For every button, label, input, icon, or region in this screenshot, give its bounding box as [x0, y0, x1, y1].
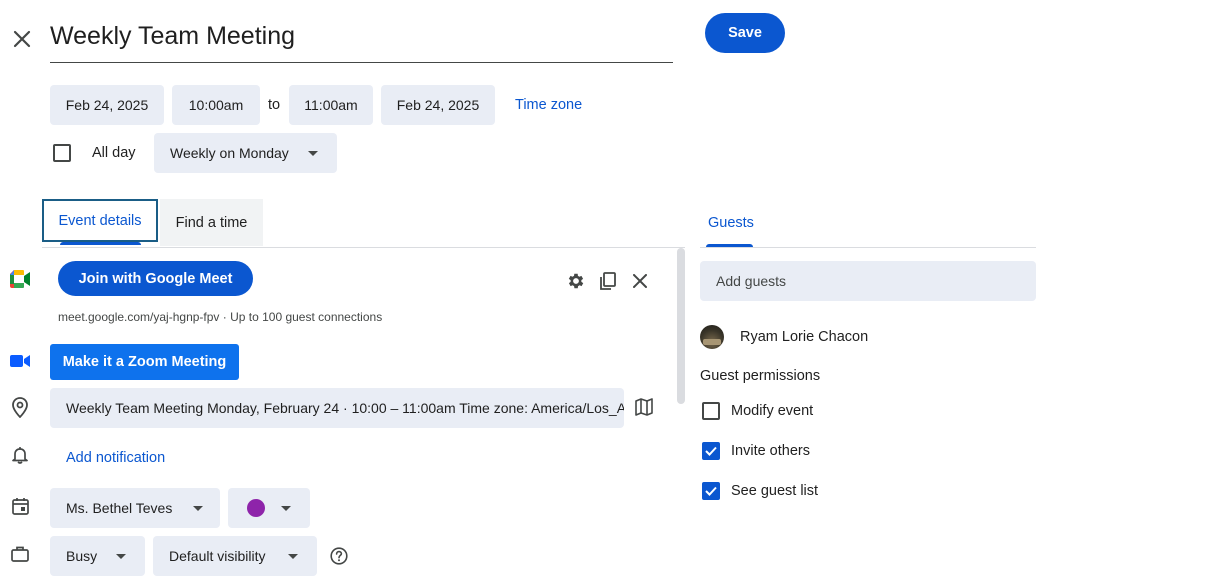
tab-find-a-time-label: Find a time — [175, 214, 248, 231]
start-date-chip[interactable]: Feb 24, 2025 — [50, 85, 164, 125]
calendar-owner-text: Ms. Bethel Teves — [66, 500, 173, 516]
copy-icon[interactable] — [597, 270, 619, 292]
invite-others-checkbox[interactable] — [702, 442, 720, 460]
join-google-meet-button[interactable]: Join with Google Meet — [58, 261, 253, 296]
chevron-down-icon — [116, 554, 126, 559]
all-day-label: All day — [92, 145, 136, 161]
location-text: Weekly Team Meeting Monday, February 24 … — [66, 400, 624, 416]
calendar-icon — [10, 496, 30, 516]
save-button-label: Save — [728, 25, 762, 41]
add-guests-input[interactable]: Add guests — [700, 261, 1036, 301]
guest-name: Ryam Lorie Chacon — [740, 329, 869, 345]
join-google-meet-label: Join with Google Meet — [78, 270, 233, 287]
close-icon[interactable] — [10, 27, 34, 51]
guests-divider — [700, 247, 1036, 248]
modify-event-checkbox[interactable] — [702, 402, 720, 420]
chevron-down-icon — [288, 554, 298, 559]
visibility-dropdown[interactable]: Default visibility — [153, 536, 317, 576]
chevron-down-icon — [308, 151, 318, 156]
see-guest-list-label: See guest list — [731, 483, 819, 499]
guests-tab-label[interactable]: Guests — [708, 215, 754, 231]
event-title-input[interactable]: Weekly Team Meeting — [50, 18, 673, 63]
location-pin-icon — [10, 396, 30, 418]
start-time-text: 10:00am — [188, 97, 244, 113]
event-title-text: Weekly Team Meeting — [50, 22, 296, 50]
zoom-meeting-button[interactable]: Make it a Zoom Meeting — [50, 344, 239, 380]
add-guests-placeholder: Add guests — [716, 273, 787, 289]
location-input[interactable]: Weekly Team Meeting Monday, February 24 … — [50, 388, 624, 428]
start-date-text: Feb 24, 2025 — [65, 97, 149, 113]
end-date-text: Feb 24, 2025 — [396, 97, 480, 113]
help-icon[interactable] — [329, 546, 349, 566]
calendar-owner-dropdown[interactable]: Ms. Bethel Teves — [50, 488, 220, 528]
briefcase-icon — [10, 544, 30, 564]
bell-icon — [10, 445, 30, 465]
zoom-video-icon — [10, 353, 30, 369]
event-color-swatch — [247, 499, 265, 517]
modify-event-label: Modify event — [731, 403, 814, 419]
tab-event-details[interactable]: Event details — [42, 199, 158, 242]
start-time-chip[interactable]: 10:00am — [172, 85, 260, 125]
busy-status-dropdown[interactable]: Busy — [50, 536, 145, 576]
visibility-text: Default visibility — [169, 548, 266, 564]
remove-meet-icon[interactable] — [630, 271, 650, 291]
recurrence-text: Weekly on Monday — [170, 145, 289, 161]
meet-info-text: meet.google.com/yaj-hgnp-fpv · Up to 100… — [58, 310, 383, 324]
all-day-checkbox[interactable] — [53, 144, 71, 162]
tab-event-details-indicator — [60, 242, 141, 245]
tab-event-details-label: Event details — [58, 212, 142, 229]
recurrence-dropdown[interactable]: Weekly on Monday — [154, 133, 337, 173]
chevron-down-icon — [193, 506, 203, 511]
chevron-down-icon — [281, 506, 291, 511]
add-notification-link[interactable]: Add notification — [66, 450, 165, 466]
save-button[interactable]: Save — [705, 13, 785, 53]
map-icon[interactable] — [634, 397, 654, 417]
guest-avatar — [700, 325, 724, 349]
gear-icon[interactable] — [565, 270, 587, 292]
google-meet-icon — [9, 269, 31, 289]
busy-status-text: Busy — [66, 548, 98, 564]
see-guest-list-checkbox[interactable] — [702, 482, 720, 500]
end-time-text: 11:00am — [304, 97, 358, 113]
guest-permissions-title: Guest permissions — [700, 368, 821, 384]
time-zone-link[interactable]: Time zone — [515, 97, 582, 113]
tab-find-a-time[interactable]: Find a time — [160, 199, 263, 246]
end-time-chip[interactable]: 11:00am — [289, 85, 373, 125]
invite-others-label: Invite others — [731, 443, 810, 459]
tabs-divider — [42, 247, 685, 248]
to-label: to — [268, 97, 281, 113]
zoom-meeting-label: Make it a Zoom Meeting — [62, 354, 227, 370]
event-color-dropdown[interactable] — [228, 488, 310, 528]
details-scrollbar[interactable] — [677, 248, 685, 404]
end-date-chip[interactable]: Feb 24, 2025 — [381, 85, 495, 125]
